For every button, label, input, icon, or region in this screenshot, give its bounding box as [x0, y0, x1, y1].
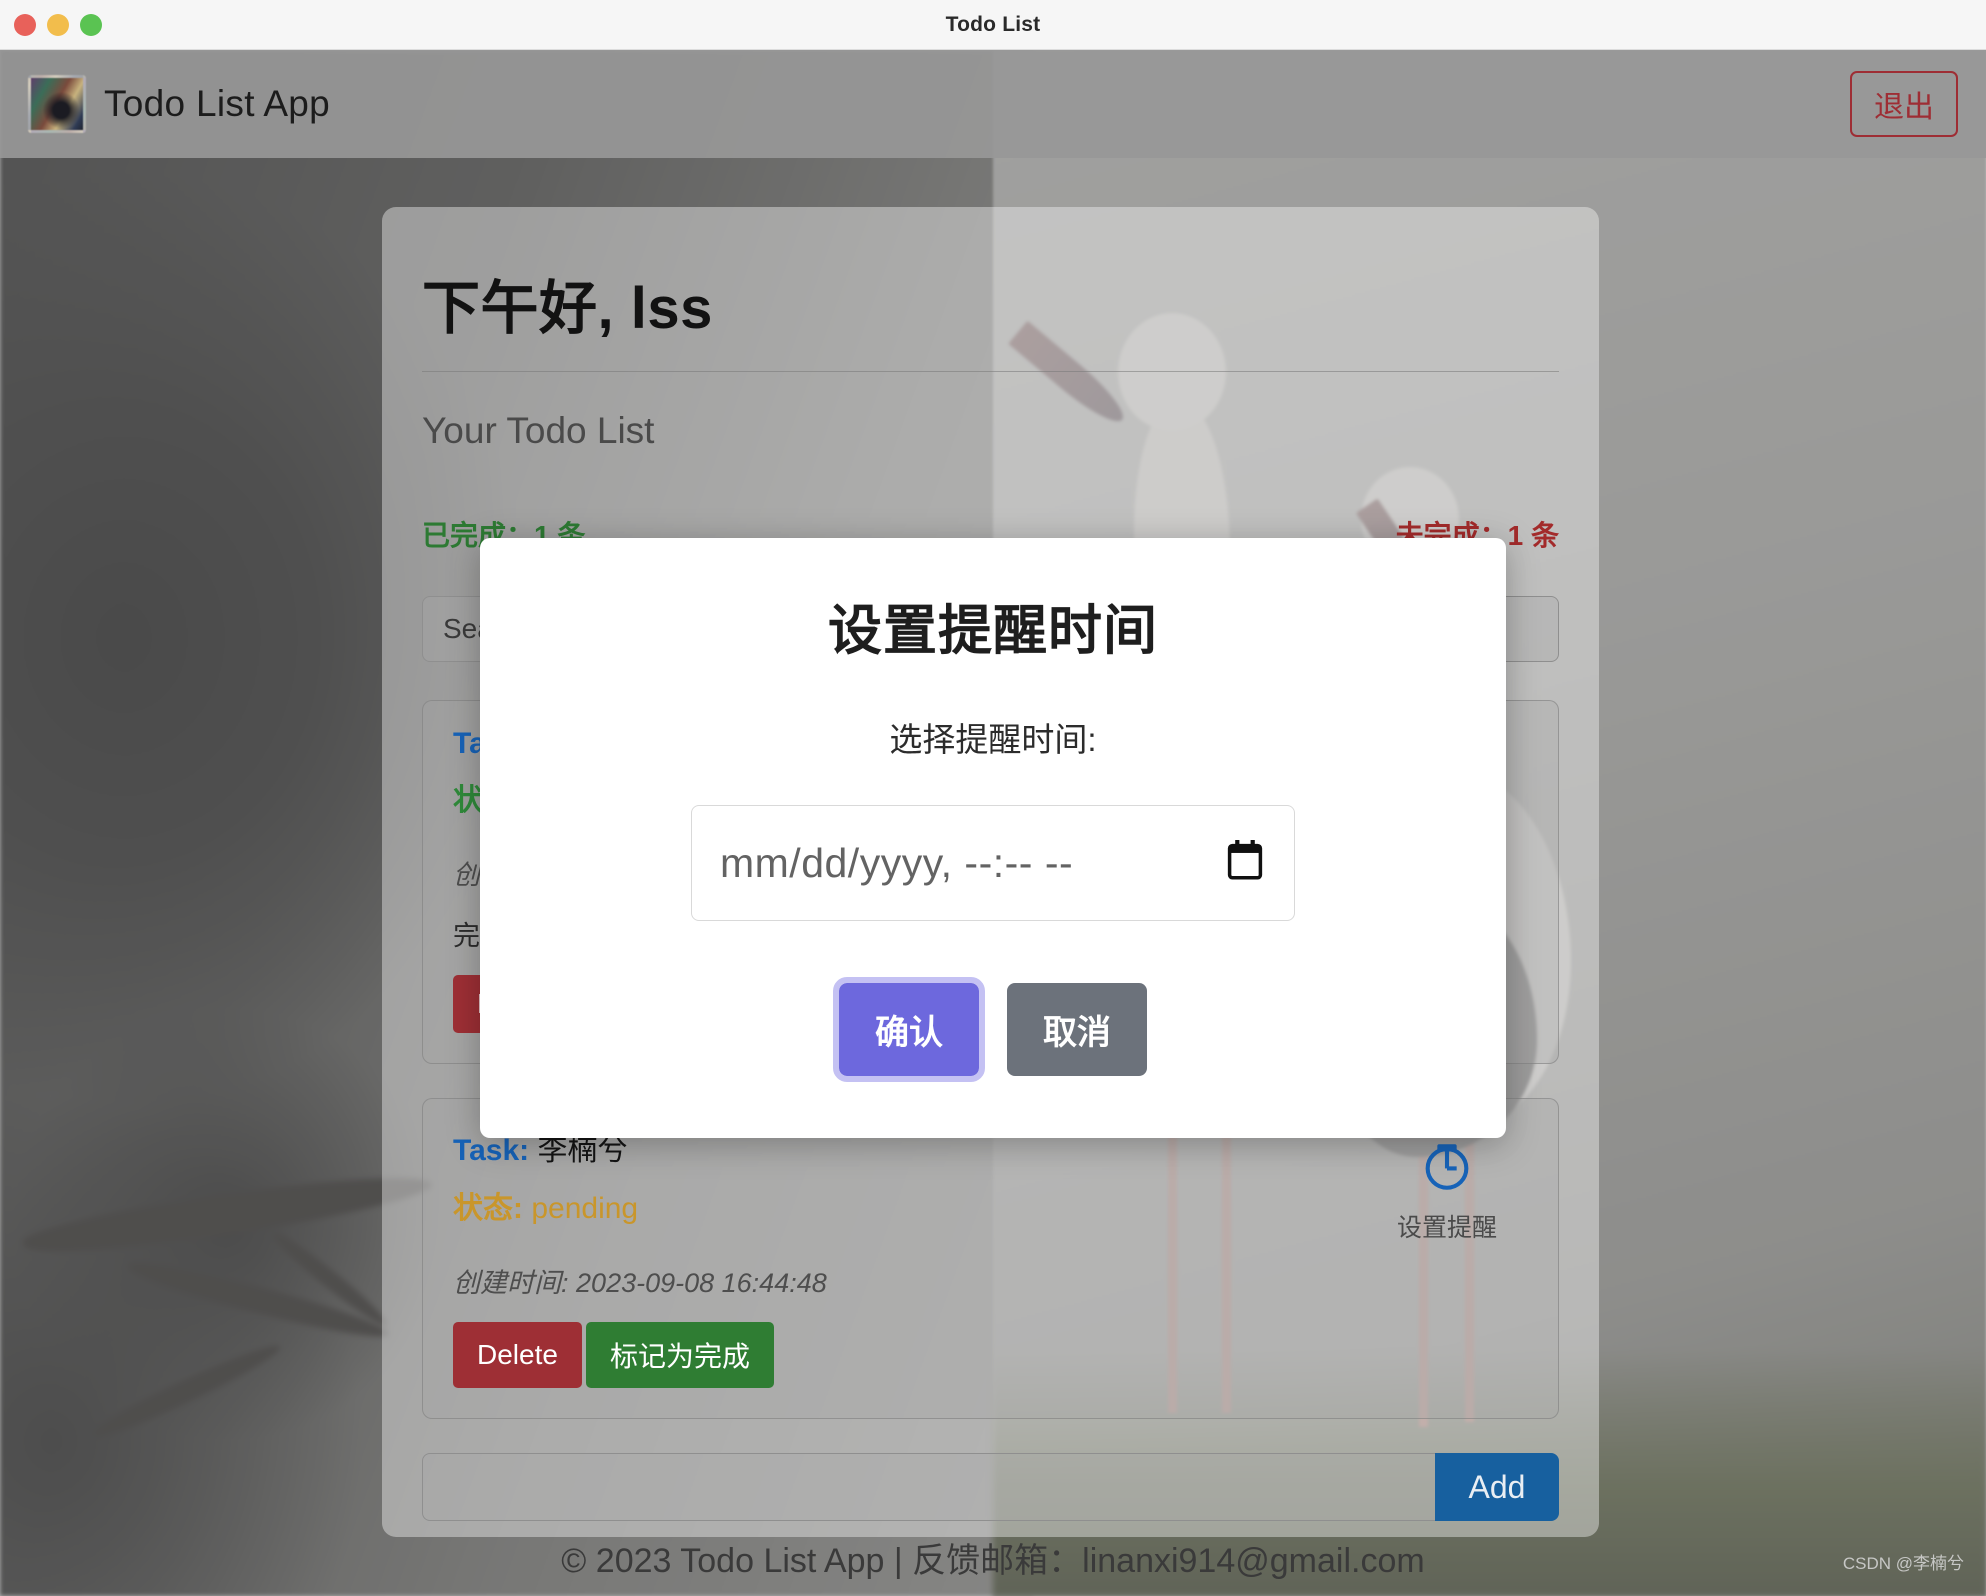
todo-card: Task: 李楠兮 状态: pending 创建时间: 2023-09-08 1… [422, 1098, 1559, 1419]
created-time: 创建时间: 2023-09-08 16:44:48 [453, 1261, 1528, 1300]
watermark: CSDN @李楠兮 [1843, 1549, 1964, 1574]
set-reminder-button[interactable]: 设置提醒 [1372, 1137, 1522, 1244]
dialog-actions: 确认 取消 [540, 983, 1446, 1076]
datetime-input[interactable]: mm/dd/yyyy, --:-- -- [691, 805, 1295, 921]
cancel-button[interactable]: 取消 [1007, 983, 1147, 1076]
add-button[interactable]: Add [1435, 1453, 1559, 1521]
status-line: 状态: pending [453, 1183, 1528, 1227]
delete-button[interactable]: Delete [453, 1322, 582, 1388]
dialog-title: 设置提醒时间 [540, 586, 1446, 665]
divider [422, 371, 1559, 372]
created-label: 创建时间: [453, 1268, 569, 1298]
add-todo-input[interactable] [422, 1453, 1435, 1521]
calendar-icon[interactable] [1224, 838, 1266, 889]
zoom-button-icon[interactable] [80, 14, 102, 36]
task-name: 李楠兮 [538, 1134, 628, 1167]
app-window: Todo List Todo List App 退出 下午好, lss Your… [0, 0, 1986, 1596]
footer-text: © 2023 Todo List App | 反馈邮箱：linanxi914@g… [561, 1533, 1424, 1582]
task-label: Task: [453, 1134, 529, 1167]
greeting-text: 下午好, lss [422, 249, 1559, 371]
list-subtitle: Your Todo List [422, 410, 1559, 452]
status-label: 状态: [453, 1192, 523, 1225]
page-title: Todo List App [104, 83, 330, 125]
mark-complete-button[interactable]: 标记为完成 [586, 1322, 774, 1388]
card-actions: Delete 标记为完成 [453, 1322, 1528, 1388]
footer: © 2023 Todo List App | 反馈邮箱：linanxi914@g… [0, 1518, 1986, 1596]
set-reminder-label: 设置提醒 [1372, 1208, 1522, 1244]
window-title: Todo List [0, 13, 1986, 37]
status-badge: pending [531, 1192, 638, 1225]
app-header: Todo List App 退出 [0, 50, 1986, 158]
minimize-button-icon[interactable] [47, 14, 69, 36]
window-titlebar: Todo List [0, 0, 1986, 50]
close-button-icon[interactable] [14, 14, 36, 36]
logout-button[interactable]: 退出 [1850, 71, 1958, 137]
set-reminder-dialog: 设置提醒时间 选择提醒时间: mm/dd/yyyy, --:-- -- 确认 取… [480, 538, 1506, 1138]
created-value: 2023-09-08 16:44:48 [576, 1268, 827, 1298]
dialog-subtitle: 选择提醒时间: [540, 713, 1446, 761]
add-todo-row: Add [422, 1453, 1559, 1521]
avatar[interactable] [28, 75, 86, 133]
datetime-placeholder-text: mm/dd/yyyy, --:-- -- [720, 840, 1073, 887]
alarm-clock-icon [1418, 1137, 1476, 1195]
traffic-lights[interactable] [14, 14, 102, 36]
confirm-button[interactable]: 确认 [839, 983, 979, 1076]
